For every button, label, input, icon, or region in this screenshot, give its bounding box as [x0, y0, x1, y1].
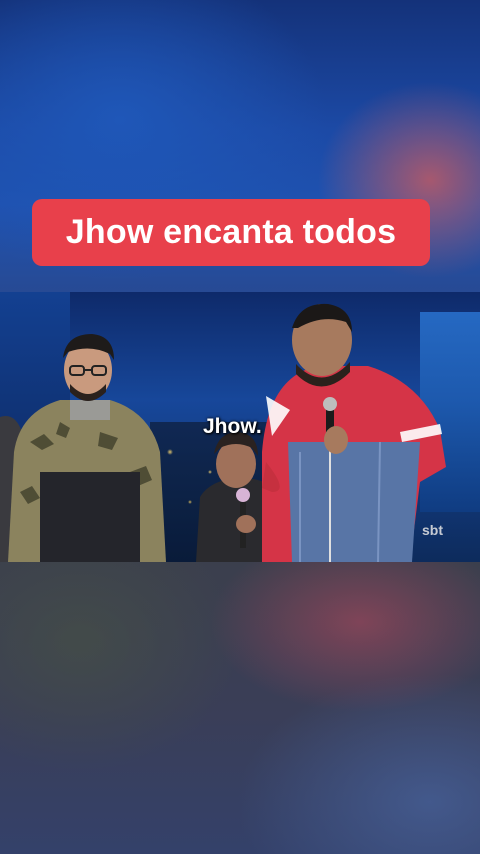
- title-text: Jhow encanta todos: [65, 213, 397, 251]
- blurred-background-bottom: [0, 562, 480, 854]
- title-banner: Jhow encanta todos: [32, 199, 430, 266]
- channel-logo: sbt: [422, 522, 443, 538]
- man-red-denim-jacket: [262, 303, 446, 562]
- man-camo-jacket: [8, 334, 166, 562]
- video-caption: Jhow.: [203, 415, 262, 438]
